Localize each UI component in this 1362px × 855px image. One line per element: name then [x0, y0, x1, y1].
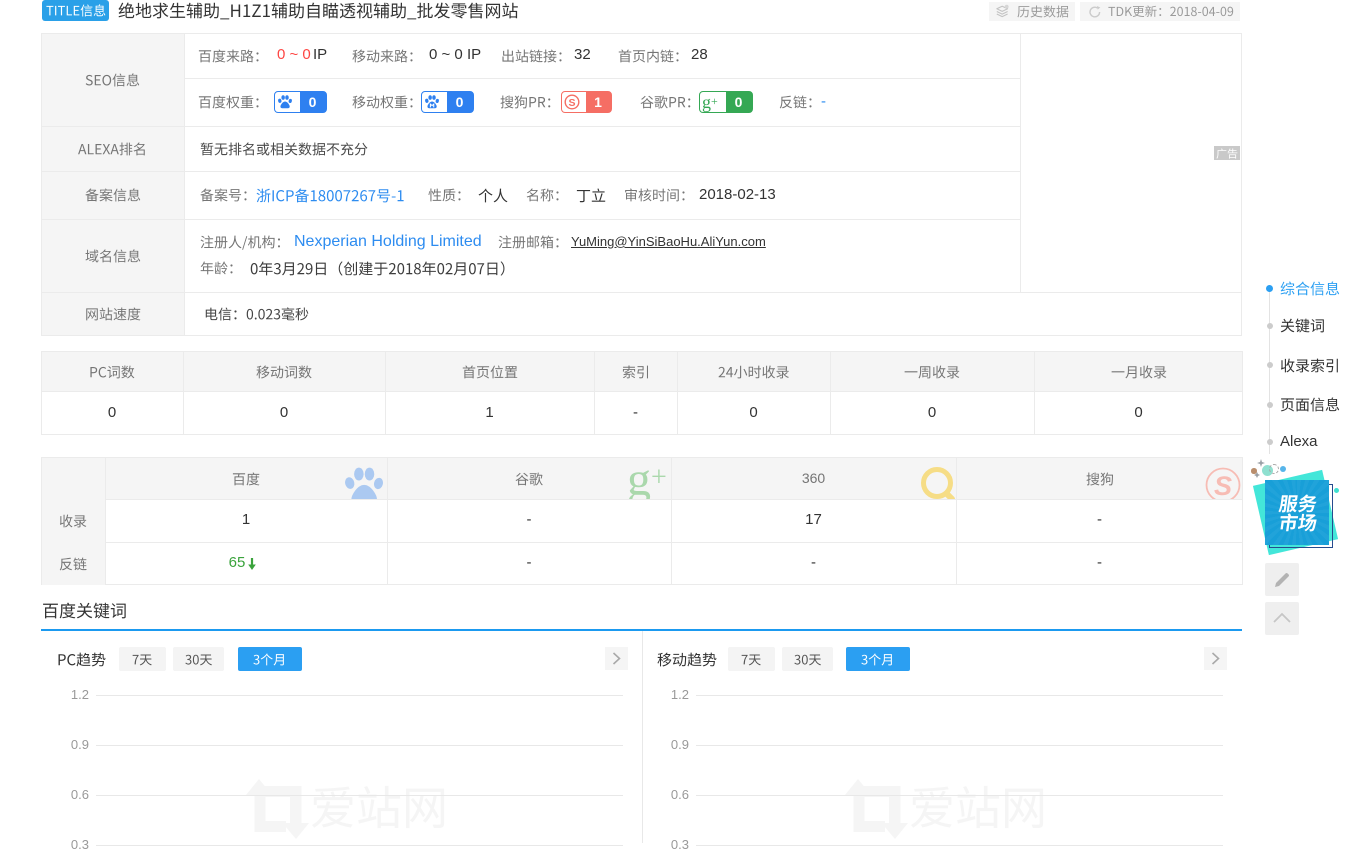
svg-text:S: S	[568, 97, 575, 109]
svg-text:S: S	[1214, 471, 1232, 499]
